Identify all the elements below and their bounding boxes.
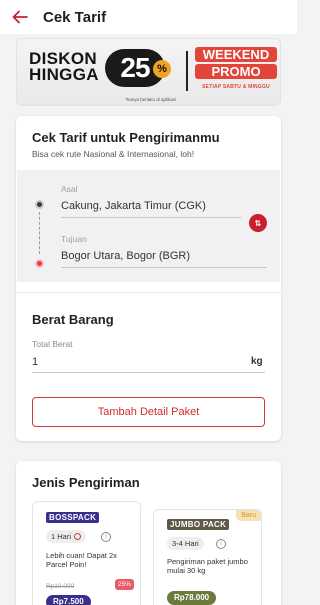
swap-icon: ⇅ [254,218,262,228]
price-pill: Rp78.000 [167,591,217,605]
banner-percent-badge: 25 % [105,49,171,87]
banner-percent: 25 [120,52,150,83]
package-card-jumbopack[interactable]: Baru JUMBO PACK 3-4 Hari i Pengiriman pa… [153,509,262,605]
duration-text: 1 Hari [51,532,72,541]
banner-footnote: *hanya berlaku di aplikasi [125,97,177,102]
info-icon[interactable]: i [216,539,226,549]
tarif-card: Cek Tarif untuk Pengirimanmu Bisa cek ru… [16,116,281,441]
arrow-left-icon [12,10,28,24]
back-button[interactable] [3,0,37,34]
discount-badge: 25% [115,579,135,590]
banner-weekend-line1: WEEKEND [195,47,277,62]
banner-line2: HINGGA [29,65,99,84]
route-connector [39,212,40,254]
info-icon[interactable]: i [101,532,111,542]
weight-label: Total Berat [32,339,73,349]
swap-route-button[interactable]: ⇅ [249,214,267,232]
duration-text: 3-4 Hari [172,539,199,548]
jumbopack-logo: JUMBO PACK [167,519,230,530]
tarif-subtitle: Bisa cek rute Nasional & Internasional, … [32,149,195,159]
banner-discount-text: DISKON HINGGA [29,50,99,84]
page-title: Cek Tarif [43,8,107,26]
weight-input[interactable]: 1 [32,356,38,368]
weight-unit: kg [251,356,263,367]
duration-badge: 1 Hari [46,530,87,543]
new-badge: Baru [236,510,261,521]
origin-dot-icon [35,200,44,209]
top-app-bar: Cek Tarif [0,0,297,34]
duration-badge: 3-4 Hari [167,537,204,550]
target-icon [74,533,82,540]
package-description: Lebih cuan! Dapat 2x Parcel Poin! [46,551,117,569]
shipping-type-title: Jenis Pengiriman [32,475,140,490]
add-package-detail-button[interactable]: Tambah Detail Paket [32,397,265,427]
bosspack-logo: BOSSPACK [46,512,100,523]
banner-divider [186,51,188,91]
banner-percent-sign: % [153,60,171,78]
destination-field[interactable]: Bogor Utara, Bogor (BGR) [61,250,190,262]
package-description: Pengiriman paket jumbo mulai 30 kg [167,557,248,575]
original-price: Rp10.000 [46,583,75,590]
price-pill: Rp7.500 [46,595,91,605]
weight-underline [32,372,265,373]
banner-weekend-line2: PROMO [195,64,277,79]
promo-banner[interactable]: DISKON HINGGA 25 % WEEKEND PROMO SETIAP … [16,38,281,106]
banner-weekend-sub: SETIAP SABTU & MINGGU [202,84,270,90]
section-divider [16,292,281,293]
weight-title: Berat Barang [32,312,114,327]
origin-label: Asal [61,184,78,194]
destination-dot-icon [35,259,44,268]
tarif-title: Cek Tarif untuk Pengirimanmu [32,130,220,145]
shipping-type-card: Jenis Pengiriman BOSSPACK 1 Hari i Lebih… [16,461,281,605]
package-card-bosspack[interactable]: BOSSPACK 1 Hari i Lebih cuan! Dapat 2x P… [32,501,141,605]
route-selector: Asal Cakung, Jakarta Timur (CGK) ⇅ Tujua… [17,170,280,282]
origin-field[interactable]: Cakung, Jakarta Timur (CGK) [61,200,206,212]
banner-weekend-promo: WEEKEND PROMO SETIAP SABTU & MINGGU [195,47,277,94]
origin-underline [61,217,241,218]
destination-label: Tujuan [61,234,87,244]
destination-underline [61,267,267,268]
